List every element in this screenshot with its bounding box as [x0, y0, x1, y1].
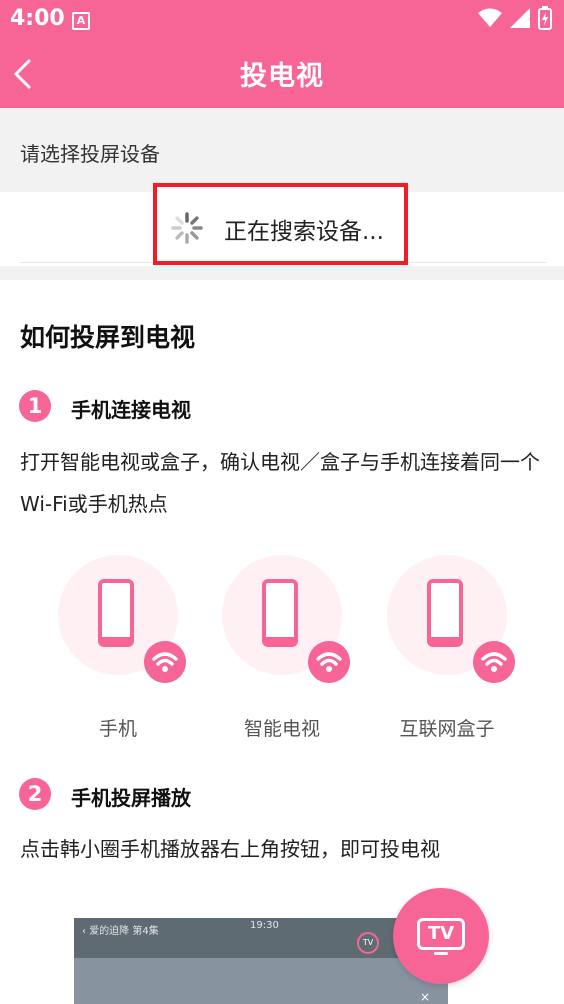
section-gap [0, 266, 564, 280]
preview-episode-title: ‹ 爱的迫降 第4集 [82, 926, 159, 937]
cell-signal-icon [510, 8, 530, 28]
wifi-signal-icon [478, 8, 502, 27]
searching-status-text: 正在搜索设备... [224, 219, 384, 245]
wifi-icon [144, 641, 186, 683]
tv-icon: TV [417, 918, 465, 950]
notification-icon: A [72, 12, 90, 30]
device-illustration-phone [58, 555, 186, 683]
wifi-icon [308, 641, 350, 683]
step-description: 点击韩小圈手机播放器右上角按钮，即可投电视 [20, 837, 440, 861]
step-title: 手机投屏播放 [71, 786, 191, 810]
step-number-badge: 2 [19, 778, 51, 810]
device-label: 智能电视 [243, 718, 320, 740]
step-description: 打开智能电视或盒子，确认电视／盒子与手机连接着同一个Wi-Fi或手机热点 [20, 450, 540, 516]
phone-icon [427, 579, 463, 647]
video-player-preview: ‹ 爱的迫降 第4集 19:30 TV × [74, 918, 448, 1004]
device-label: 互联网盒子 [399, 718, 495, 740]
app-header: 4:00 A 投电视 [0, 0, 564, 108]
status-time: 4:00 [10, 6, 65, 31]
device-select-label: 请选择投屏设备 [20, 142, 160, 166]
step-title: 手机连接电视 [71, 398, 191, 422]
device-illustration-smart-tv [222, 555, 350, 683]
phone-icon [98, 579, 134, 647]
preview-tv-icon: TV [357, 932, 379, 954]
page-title: 投电视 [240, 61, 324, 92]
preview-close-icon: × [420, 990, 431, 1004]
step-number-badge: 1 [19, 390, 51, 422]
phone-icon [262, 579, 298, 647]
guide-title: 如何投屏到电视 [20, 323, 196, 352]
device-label: 手机 [98, 718, 137, 740]
cast-tv-button[interactable]: TV [393, 888, 489, 984]
preview-time: 19:30 [250, 920, 279, 931]
wifi-icon [473, 641, 515, 683]
device-illustration-box [387, 555, 515, 683]
loading-spinner-icon [171, 212, 203, 244]
status-icons [478, 6, 552, 30]
battery-icon [538, 6, 552, 30]
tv-stand [434, 952, 448, 955]
video-scene [74, 958, 448, 1004]
